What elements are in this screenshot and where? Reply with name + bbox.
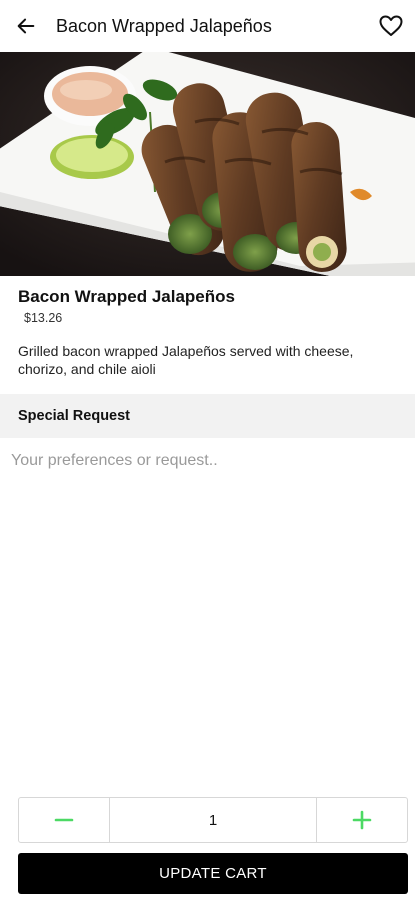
item-price: $13.26	[24, 311, 63, 325]
item-description: Grilled bacon wrapped Jalapeños served w…	[18, 343, 354, 377]
quantity-value: 1	[109, 798, 317, 842]
special-request-header: Special Request	[0, 394, 415, 438]
page-title: Bacon Wrapped Jalapeños	[56, 15, 272, 36]
minus-icon	[54, 818, 74, 822]
dish-photo	[0, 52, 415, 276]
special-request-heading: Special Request	[18, 408, 131, 424]
decrement-button[interactable]	[19, 798, 109, 842]
quantity-stepper: 1	[18, 797, 408, 843]
plus-icon	[352, 810, 372, 830]
back-button[interactable]	[0, 0, 52, 52]
special-request-input[interactable]	[0, 440, 415, 740]
item-name: Bacon Wrapped Jalapeños	[18, 287, 235, 306]
update-cart-button[interactable]: UPDATE CART	[18, 853, 408, 894]
increment-button[interactable]	[317, 798, 407, 842]
heart-outline-icon	[379, 15, 403, 36]
top-app-bar: Bacon Wrapped Jalapeños	[0, 0, 415, 52]
arrow-left-icon	[17, 18, 35, 34]
favorite-button[interactable]	[367, 0, 415, 52]
item-info: Bacon Wrapped Jalapeños $13.26 Grilled b…	[18, 286, 403, 378]
